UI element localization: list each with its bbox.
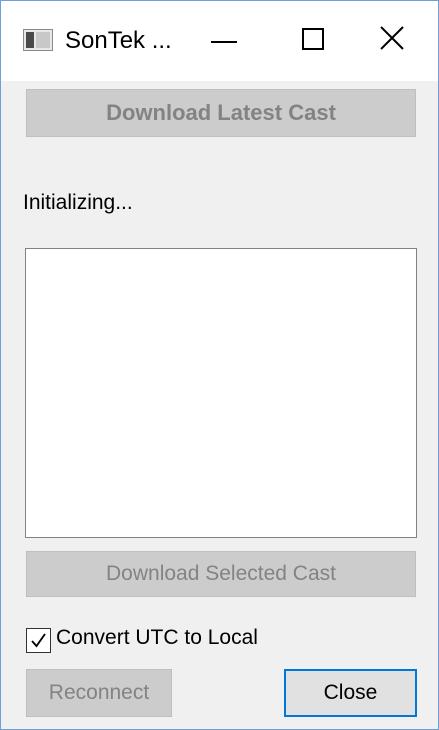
convert-utc-checkbox[interactable]: [26, 628, 51, 653]
title-bar[interactable]: SonTek ...: [1, 1, 438, 81]
close-icon: [380, 26, 404, 50]
checkmark-icon: [31, 633, 46, 648]
app-window-icon: [23, 29, 53, 51]
window-close-button[interactable]: [365, 1, 435, 81]
download-latest-cast-button[interactable]: Download Latest Cast: [26, 89, 416, 137]
reconnect-button[interactable]: Reconnect: [26, 669, 172, 717]
maximize-button[interactable]: [279, 1, 349, 81]
convert-utc-label[interactable]: Convert UTC to Local: [56, 626, 258, 650]
minimize-button[interactable]: [191, 1, 261, 81]
cast-list[interactable]: [25, 248, 417, 538]
minimize-icon: [211, 41, 237, 43]
status-text: Initializing...: [23, 191, 133, 214]
window-title: SonTek ...: [65, 27, 172, 54]
close-button[interactable]: Close: [284, 669, 417, 717]
maximize-icon: [302, 28, 324, 50]
download-selected-cast-button[interactable]: Download Selected Cast: [26, 551, 416, 597]
dialog-window: SonTek ... Download Latest Cast Initiali…: [0, 0, 439, 730]
